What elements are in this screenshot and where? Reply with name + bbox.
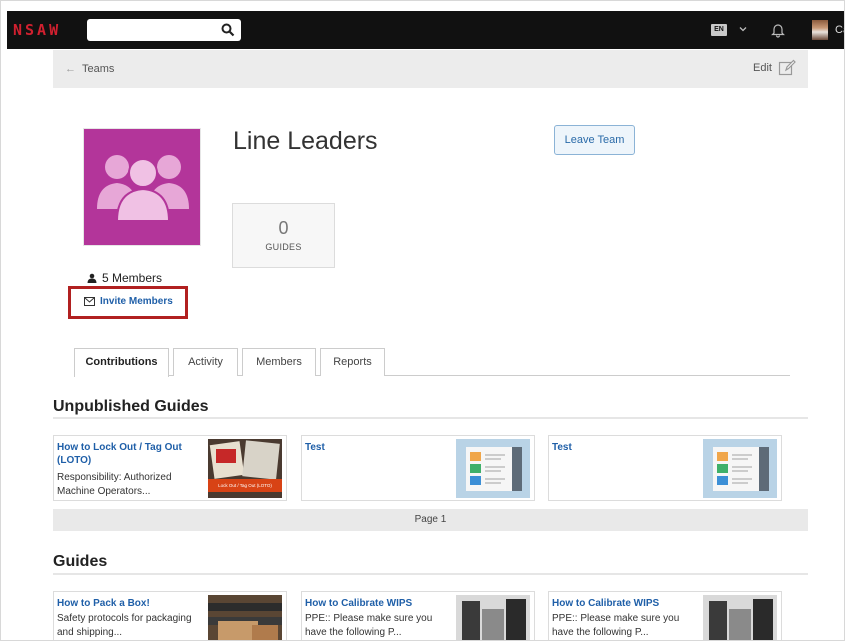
tab-contributions[interactable]: Contributions xyxy=(74,348,169,377)
guide-summary: Safety protocols for packaging and shipp… xyxy=(57,613,192,638)
envelope-icon xyxy=(84,297,95,306)
logo[interactable]: NSAW xyxy=(13,21,61,39)
guide-summary: Responsibility: Authorized Machine Opera… xyxy=(57,472,172,497)
invite-members-link[interactable]: Invite Members xyxy=(84,296,173,307)
edit-icon xyxy=(778,59,796,76)
guide-card[interactable]: How to Calibrate WIPS PPE:: Please make … xyxy=(548,591,782,640)
page: NSAW EN Ca ← Teams Edit xyxy=(0,0,845,641)
pagination[interactable]: Page 1 xyxy=(53,509,808,531)
guide-thumbnail: Lock Out / Tag Out (LOTO) xyxy=(208,439,282,498)
guide-thumbnail xyxy=(456,595,530,640)
members-count-label: 5 Members xyxy=(102,271,163,285)
guide-title[interactable]: How to Lock Out / Tag Out (LOTO) xyxy=(57,441,207,467)
leave-team-button[interactable]: Leave Team xyxy=(554,125,635,155)
search-input[interactable] xyxy=(87,19,241,41)
unpublished-heading: Unpublished Guides xyxy=(53,398,209,415)
guide-placeholder-thumbnail xyxy=(703,439,777,498)
back-to-teams-link[interactable]: ← Teams xyxy=(65,63,114,75)
guide-summary: PPE:: Please make sure you have the foll… xyxy=(552,613,680,638)
edit-label: Edit xyxy=(753,62,772,74)
guide-card[interactable]: Test xyxy=(548,435,782,501)
guides-stat: 0 GUIDES xyxy=(232,203,335,268)
user-icon xyxy=(87,273,97,283)
tab-members[interactable]: Members xyxy=(242,348,316,376)
guide-title[interactable]: How to Calibrate WIPS xyxy=(305,597,455,610)
thumbnail-caption: Lock Out / Tag Out (LOTO) xyxy=(218,483,272,488)
guide-placeholder-thumbnail xyxy=(456,439,530,498)
guide-card[interactable]: Test xyxy=(301,435,535,501)
edit-button[interactable]: Edit xyxy=(753,59,796,77)
breadcrumb-label: Teams xyxy=(82,63,115,75)
arrow-left-icon: ← xyxy=(65,63,76,75)
guide-thumbnail xyxy=(208,595,282,640)
guide-title[interactable]: Test xyxy=(305,441,455,454)
guides-count: 0 xyxy=(278,218,289,238)
guides-heading: Guides xyxy=(53,553,108,570)
guide-card[interactable]: How to Pack a Box! Safety protocols for … xyxy=(53,591,287,640)
guide-summary: PPE:: Please make sure you have the foll… xyxy=(305,613,433,638)
bell-icon[interactable] xyxy=(770,22,786,38)
guide-thumbnail xyxy=(703,595,777,640)
invite-members-label: Invite Members xyxy=(100,296,173,307)
guide-title[interactable]: How to Pack a Box! xyxy=(57,597,207,610)
guide-title[interactable]: Test xyxy=(552,441,702,454)
divider xyxy=(53,417,808,419)
chevron-down-icon[interactable] xyxy=(738,24,748,34)
tab-activity[interactable]: Activity xyxy=(173,348,238,376)
page-title: Line Leaders xyxy=(233,127,378,155)
avatar[interactable] xyxy=(812,20,828,40)
breadcrumb: ← Teams Edit xyxy=(53,50,808,88)
search-icon[interactable] xyxy=(221,23,235,37)
tab-reports[interactable]: Reports xyxy=(320,348,385,376)
group-icon xyxy=(97,155,189,222)
guide-card[interactable]: How to Lock Out / Tag Out (LOTO) Respons… xyxy=(53,435,287,501)
top-navbar: NSAW EN Ca xyxy=(7,11,844,49)
team-avatar xyxy=(83,128,201,246)
language-flag[interactable]: EN xyxy=(711,24,727,36)
guide-title[interactable]: How to Calibrate WIPS xyxy=(552,597,702,610)
guide-card[interactable]: How to Calibrate WIPS PPE:: Please make … xyxy=(301,591,535,640)
divider xyxy=(53,573,808,575)
members-count: 5 Members xyxy=(87,271,162,285)
guides-label: GUIDES xyxy=(265,242,302,252)
user-name[interactable]: Ca xyxy=(835,24,844,36)
tab-bar: Contributions Activity Members Reports xyxy=(74,348,790,377)
